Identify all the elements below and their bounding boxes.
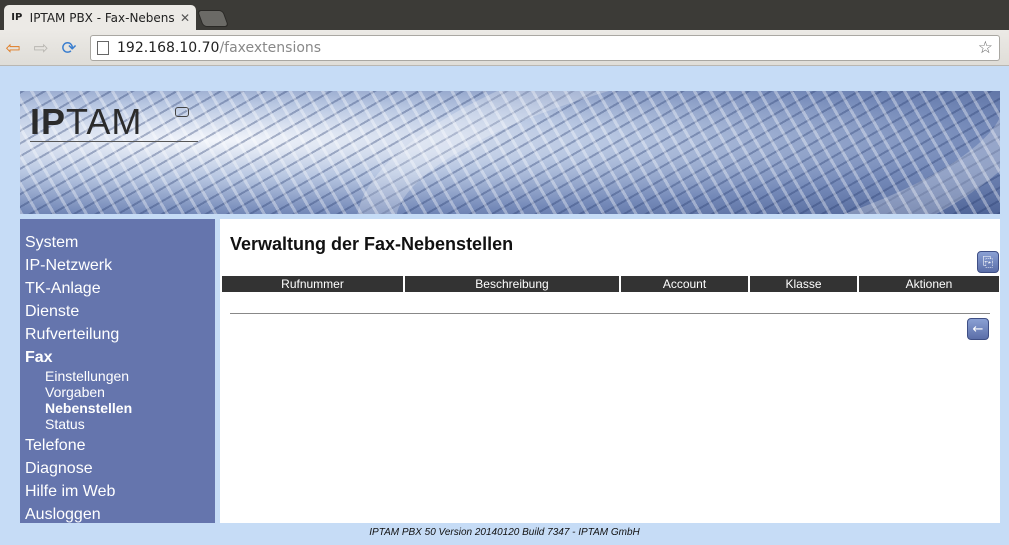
star-icon[interactable]: ☆ [978, 38, 993, 58]
fax-submenu: Einstellungen Vorgaben Nebenstellen Stat… [20, 368, 215, 432]
reload-icon[interactable]: ⟳ [58, 37, 80, 59]
sidebar-item-hilfe-im-web[interactable]: Hilfe im Web [20, 482, 215, 505]
page-title: Verwaltung der Fax-Nebenstellen [230, 234, 514, 254]
sidebar-item-ausloggen[interactable]: Ausloggen [20, 505, 215, 528]
url-host: 192.168.10.70 [117, 40, 220, 56]
sidebar-item-system[interactable]: System [20, 233, 215, 256]
iptam-favicon-icon: IP [11, 12, 23, 23]
column-header-rufnummer: Rufnummer [222, 276, 403, 292]
main-content: Verwaltung der Fax-Nebenstellen ⎘ Rufnum… [220, 219, 1000, 523]
browser-toolbar: ⇦ ⇨ ⟳ 192.168.10.70/faxextensions ☆ [0, 30, 1009, 66]
sidebar-item-diagnose[interactable]: Diagnose [20, 459, 215, 482]
footer-version: IPTAM PBX 50 Version 20140120 Build 7347… [369, 527, 640, 538]
sidebar-item-rufverteilung[interactable]: Rufverteilung [20, 325, 215, 348]
table-header: Rufnummer Beschreibung Account Klasse Ak… [222, 276, 999, 292]
column-header-klasse: Klasse [750, 276, 857, 292]
forward-arrow-icon[interactable]: ⇨ [30, 37, 52, 59]
sidebar-item-ip-netzwerk[interactable]: IP-Netzwerk [20, 256, 215, 279]
sidebar-item-tk-anlage[interactable]: TK-Anlage [20, 279, 215, 302]
submenu-item-einstellungen[interactable]: Einstellungen [45, 368, 215, 384]
close-icon[interactable]: ✕ [180, 11, 190, 25]
header-banner: IPTAM [20, 91, 1000, 214]
export-icon[interactable]: ⎘ [977, 251, 999, 273]
sidebar: System IP-Netzwerk TK-Anlage Dienste Ruf… [20, 219, 215, 523]
back-arrow-icon[interactable]: ⇦ [2, 37, 24, 59]
browser-tabstrip: IP IPTAM PBX - Fax-Nebenstellen ✕ [0, 0, 1009, 30]
logo-underline [30, 141, 198, 142]
column-header-aktionen: Aktionen [859, 276, 999, 292]
url-path: /faxextensions [219, 40, 322, 56]
address-bar[interactable]: 192.168.10.70/faxextensions ☆ [90, 35, 1000, 61]
iptam-logo: IPTAM [30, 101, 143, 142]
sidebar-item-dienste[interactable]: Dienste [20, 302, 215, 325]
banner-decoration [330, 91, 1000, 214]
tab-title: IPTAM PBX - Fax-Nebenstellen [29, 10, 174, 25]
sidebar-item-fax[interactable]: Fax [20, 348, 215, 368]
divider [230, 313, 990, 314]
sidebar-item-telefone[interactable]: Telefone [20, 436, 215, 459]
page-icon [97, 41, 109, 55]
logo-mark-icon [175, 107, 189, 117]
submenu-item-status[interactable]: Status [45, 416, 215, 432]
submenu-item-vorgaben[interactable]: Vorgaben [45, 384, 215, 400]
sidebar-menu: System IP-Netzwerk TK-Anlage Dienste Ruf… [20, 219, 215, 528]
new-tab-button[interactable] [196, 10, 230, 27]
column-header-account: Account [621, 276, 748, 292]
browser-tab[interactable]: IP IPTAM PBX - Fax-Nebenstellen ✕ [4, 5, 196, 30]
column-header-beschreibung: Beschreibung [405, 276, 619, 292]
fax-submenu-container: Einstellungen Vorgaben Nebenstellen Stat… [20, 368, 215, 432]
submenu-item-nebenstellen[interactable]: Nebenstellen [45, 400, 215, 416]
left-arrow-icon[interactable]: ← [967, 318, 989, 340]
